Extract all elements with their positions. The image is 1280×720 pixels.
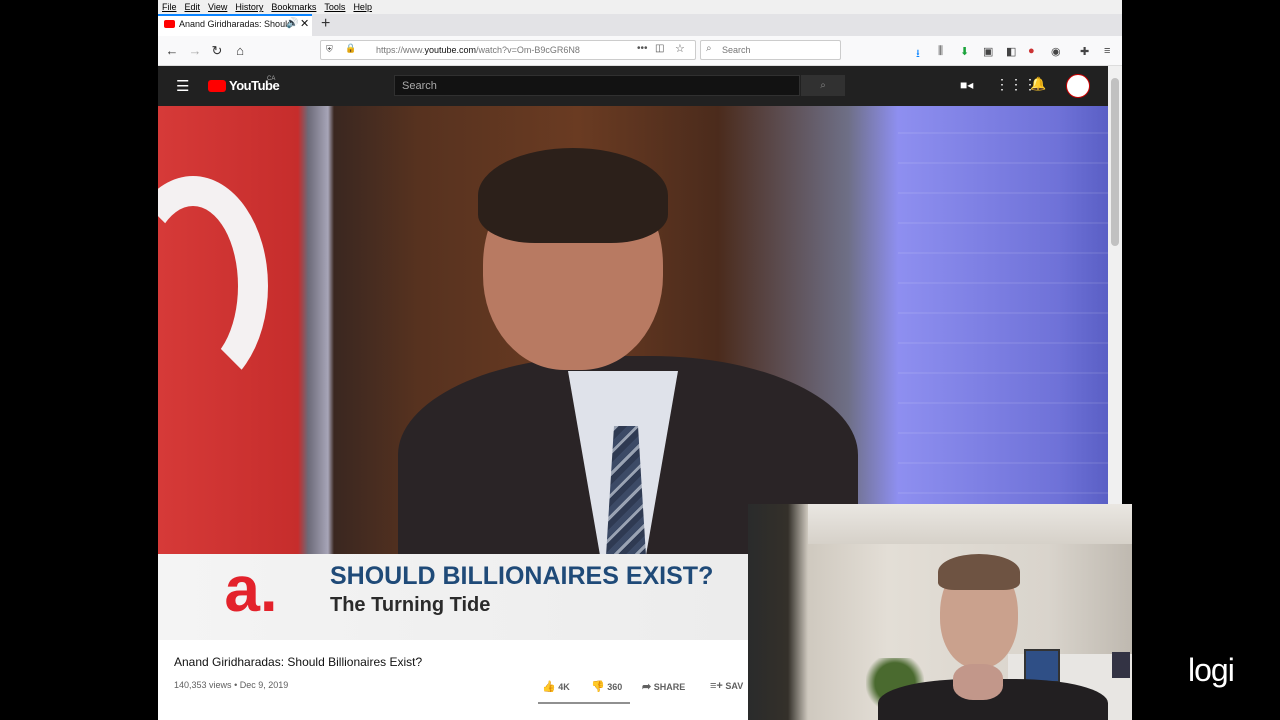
avatar[interactable] xyxy=(1066,74,1090,98)
studio-logo-background xyxy=(158,176,268,396)
host-hair xyxy=(478,148,668,243)
reload-button[interactable]: ↻ xyxy=(207,36,227,66)
video-meta: 140,353 views • Dec 9, 2019 xyxy=(174,680,288,690)
like-button[interactable]: 👍 4K xyxy=(542,680,570,693)
webcam-person-hand xyxy=(953,664,1003,700)
webcam-picture-frame xyxy=(1024,649,1060,683)
menu-help[interactable]: Help xyxy=(353,0,372,14)
browser-tab[interactable]: Anand Giridharadas: Should 🔊 ✕ xyxy=(158,14,312,36)
library-icon[interactable]: ⫼ xyxy=(938,45,943,58)
channel-logo: a. xyxy=(224,553,278,625)
view-count: 140,353 views xyxy=(174,680,232,690)
youtube-search-placeholder: Search xyxy=(402,80,437,92)
youtube-favicon-icon xyxy=(164,20,175,28)
share-button[interactable]: ➦ SHARE xyxy=(642,680,685,693)
puzzle-icon[interactable]: ✚ xyxy=(1080,45,1089,58)
menu-tools[interactable]: Tools xyxy=(324,0,345,14)
thumbs-down-icon: 👎 xyxy=(591,681,605,693)
url-domain: youtube.com xyxy=(424,45,477,55)
shield-icon[interactable]: ⛨ xyxy=(326,44,333,55)
sentiment-bar xyxy=(538,702,630,704)
lower-third-title: SHOULD BILLIONAIRES EXIST? xyxy=(330,562,714,590)
search-placeholder: Search xyxy=(722,45,751,55)
webcam-overlay xyxy=(748,504,1132,720)
studio-wall xyxy=(898,106,1108,554)
url-path: /watch?v=Om-B9cGR6N8 xyxy=(476,45,580,55)
browser-search-box[interactable]: ⌕ Search xyxy=(700,40,841,60)
webcam-ceiling xyxy=(808,504,1132,544)
thumbs-up-icon: 👍 xyxy=(542,681,556,693)
menu-bar: File Edit View History Bookmarks Tools Help xyxy=(158,0,1122,14)
playlist-add-icon: ≡+ xyxy=(710,680,723,692)
scrollbar-thumb[interactable] xyxy=(1111,78,1119,246)
tab-bar: Anand Giridharadas: Should 🔊 ✕ + xyxy=(158,14,1122,36)
url-prefix: https://www. xyxy=(376,45,425,55)
webcam-picture-frame-small xyxy=(1112,652,1130,678)
notifications-bell-icon[interactable]: 🔔 xyxy=(1030,76,1046,92)
tab-title: Anand Giridharadas: Should xyxy=(179,19,293,29)
save-label: SAV xyxy=(725,681,744,691)
downloads-icon[interactable]: ⭳ xyxy=(916,45,920,64)
menu-bookmarks[interactable]: Bookmarks xyxy=(271,0,316,14)
extension-icon[interactable]: ▣ xyxy=(983,45,993,58)
youtube-search-button[interactable]: ⌕ xyxy=(801,75,845,96)
like-count: 4K xyxy=(558,682,570,692)
close-tab-icon[interactable]: ✕ xyxy=(300,17,309,30)
dislike-count: 360 xyxy=(607,682,623,692)
hamburger-icon[interactable]: ☰ xyxy=(176,77,189,95)
download-manager-icon[interactable]: ⬇ xyxy=(960,45,969,58)
webcam-person-hair xyxy=(938,554,1020,590)
logi-watermark: logi xyxy=(1188,652,1235,688)
new-tab-button[interactable]: + xyxy=(321,15,330,33)
youtube-search-input[interactable]: Search xyxy=(394,75,800,96)
youtube-logo-icon[interactable] xyxy=(208,80,226,92)
menu-icon[interactable]: ≡ xyxy=(1104,45,1110,57)
region-code: CA xyxy=(267,76,276,82)
share-label: SHARE xyxy=(653,682,686,692)
nav-bar: ← → ↻ ⌂ ⛨ 🔒 https://www.youtube.com/watc… xyxy=(158,36,1122,66)
lower-third-subtitle: The Turning Tide xyxy=(330,594,491,616)
video-player[interactable] xyxy=(158,106,1108,554)
bookmark-star-icon[interactable]: ☆ xyxy=(675,42,685,55)
dislike-button[interactable]: 👎 360 xyxy=(591,680,622,693)
url-text: https://www.youtube.com/watch?v=Om-B9cGR… xyxy=(376,45,580,55)
lock-icon[interactable]: 🔒 xyxy=(345,43,356,54)
menu-view[interactable]: View xyxy=(208,0,227,14)
search-icon: ⌕ xyxy=(706,43,712,54)
video-title: Anand Giridharadas: Should Billionaires … xyxy=(174,655,423,669)
create-video-icon[interactable]: ■◂ xyxy=(960,78,973,92)
lower-third-banner: a. SHOULD BILLIONAIRES EXIST? The Turnin… xyxy=(158,554,748,640)
upload-date: Dec 9, 2019 xyxy=(239,680,289,690)
back-button[interactable]: ← xyxy=(162,36,182,66)
url-bar[interactable]: ⛨ 🔒 https://www.youtube.com/watch?v=Om-B… xyxy=(320,40,696,60)
addon-icon[interactable]: ● xyxy=(1028,45,1035,57)
menu-history[interactable]: History xyxy=(235,0,263,14)
pocket-icon[interactable]: ◫ xyxy=(655,43,664,54)
save-button[interactable]: ≡+ SAV xyxy=(710,680,743,692)
sidebar-icon[interactable]: ◧ xyxy=(1006,45,1016,58)
account-icon[interactable]: ◉ xyxy=(1051,45,1061,58)
menu-edit[interactable]: Edit xyxy=(185,0,201,14)
share-arrow-icon: ➦ xyxy=(642,681,652,693)
menu-file[interactable]: File xyxy=(162,0,177,14)
forward-button[interactable]: → xyxy=(185,36,205,66)
speaker-icon[interactable]: 🔊 xyxy=(286,18,298,29)
meta-separator: • xyxy=(234,680,238,690)
youtube-header: ☰ YouTube CA Search ⌕ ■◂ ⋮⋮⋮ 🔔 xyxy=(158,66,1108,106)
page-actions-icon[interactable]: ••• xyxy=(637,43,648,54)
home-button[interactable]: ⌂ xyxy=(230,36,250,66)
